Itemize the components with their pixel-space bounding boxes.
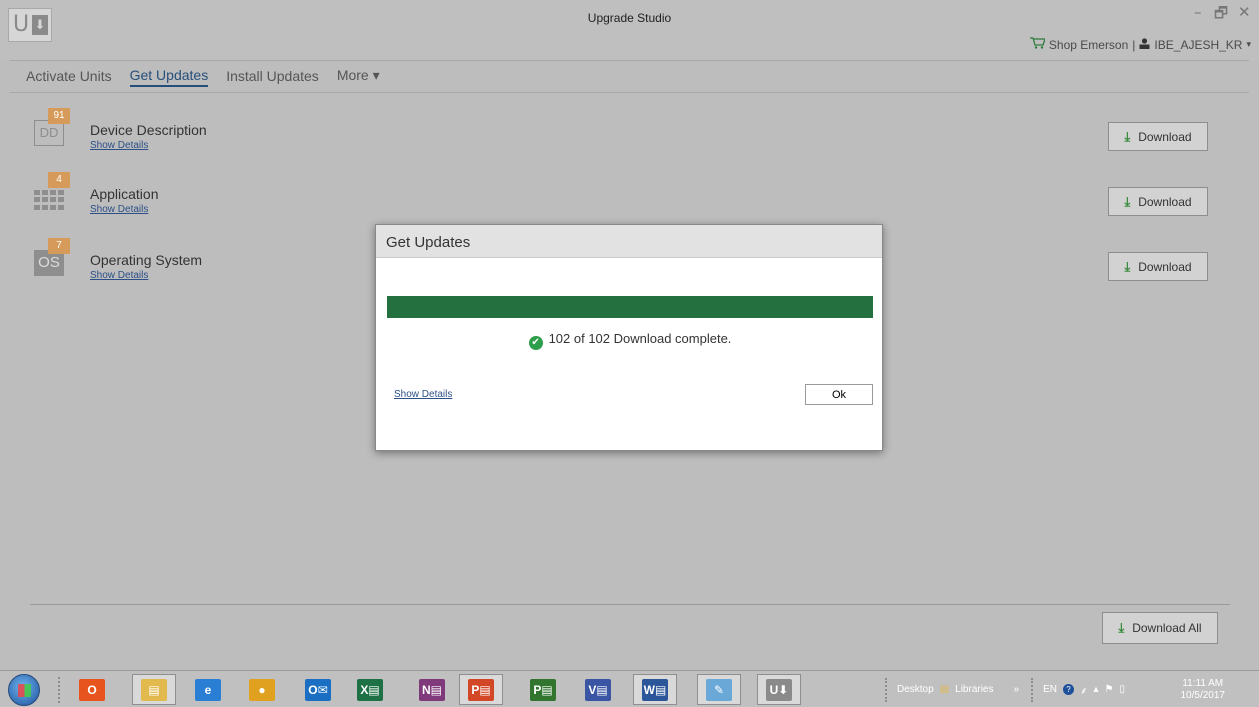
upgrade-studio-taskbar-taskbar-button[interactable]: U⬇ [757, 674, 801, 705]
chrome-icon: ● [249, 678, 275, 701]
shop-emerson-link[interactable]: Shop Emerson [1049, 38, 1128, 52]
show-details-link[interactable]: Show Details [90, 270, 148, 281]
download-icon: ⤓ [1124, 193, 1131, 209]
get-updates-dialog: Get Updates ✔ 102 of 102 Download complet… [375, 224, 883, 451]
outlook-taskbar-button[interactable]: O✉ [296, 674, 340, 705]
office-taskbar-button[interactable]: O [70, 674, 114, 705]
tab-activate-units[interactable]: Activate Units [26, 68, 112, 86]
project-icon: P▤ [530, 678, 556, 701]
internet-explorer-icon: e [195, 678, 221, 701]
close-button[interactable]: ✕ [1238, 3, 1251, 21]
dialog-title: Get Updates [376, 225, 882, 258]
start-button[interactable] [8, 674, 40, 706]
download-button-label: Download [1138, 194, 1192, 209]
office-icon: O [79, 678, 105, 701]
tray-grip [885, 677, 891, 702]
excel-taskbar-button[interactable]: X▤ [348, 674, 392, 705]
update-row-application: 4 Application Show Details [34, 172, 1224, 215]
download-status-text: 102 of 102 Download complete. [548, 331, 732, 346]
visio-taskbar-button[interactable]: V▤ [576, 674, 620, 705]
word-taskbar-button[interactable]: W▤ [633, 674, 677, 705]
onenote-taskbar-button[interactable]: N▤ [410, 674, 454, 705]
dialog-show-details-link[interactable]: Show Details [394, 389, 452, 400]
help-icon[interactable]: ? [1062, 684, 1074, 695]
download-progress-fill [387, 296, 873, 318]
content-divider [30, 604, 1230, 605]
taskbar-grip [58, 677, 64, 703]
user-name[interactable]: IBE_AJESH_KR [1154, 38, 1242, 52]
taskbar-clock[interactable]: 11:11 AM 10/5/2017 [1181, 678, 1256, 702]
download-all-label: Download All [1132, 621, 1202, 635]
download-button-application[interactable]: ⤓ Download [1108, 187, 1208, 216]
system-tray: Desktop ▤ Libraries » EN ? ⸙ ▴ ⚑ ▯ 11:11… [885, 674, 1255, 705]
restore-button[interactable]: 🗗 [1214, 3, 1228, 28]
download-icon: ⤓ [1118, 620, 1125, 635]
user-bar-separator: | [1132, 37, 1136, 52]
download-button-operating-system[interactable]: ⤓ Download [1108, 252, 1208, 281]
show-details-link[interactable]: Show Details [90, 204, 148, 215]
clock-date: 10/5/2017 [1180, 689, 1226, 701]
show-details-link[interactable]: Show Details [90, 140, 148, 151]
tab-more[interactable]: More ▾ [337, 67, 380, 86]
update-title: Device Description [90, 122, 207, 138]
window-title: Upgrade Studio [587, 11, 672, 25]
internet-explorer-taskbar-button[interactable]: e [186, 674, 230, 705]
check-circle-icon: ✔ [528, 336, 543, 350]
update-count-badge: 7 [48, 238, 70, 254]
minimize-button[interactable]: – [1194, 3, 1202, 21]
desktop-toolbar[interactable]: Desktop [897, 684, 934, 695]
tab-install-updates[interactable]: Install Updates [226, 68, 319, 86]
update-count-badge: 4 [48, 172, 70, 188]
upgrade-studio-taskbar-icon: U⬇ [766, 678, 792, 701]
file-explorer-taskbar-button[interactable]: ▤ [132, 674, 176, 705]
download-progress-bar [387, 296, 873, 318]
language-indicator[interactable]: EN [1043, 684, 1057, 695]
pen-icon[interactable]: ⸙ [1080, 683, 1088, 697]
download-icon: ⤓ [1124, 258, 1131, 274]
paint-taskbar-button[interactable]: ✎ [697, 674, 741, 705]
download-icon: ⤓ [1124, 128, 1131, 144]
download-button-device-description[interactable]: ⤓ Download [1108, 122, 1208, 151]
update-title: Operating System [90, 252, 203, 268]
toolbar-overflow-icon[interactable]: » [1014, 684, 1020, 695]
show-hidden-icons-chevron-up-icon[interactable]: ▴ [1093, 684, 1098, 695]
user-menu-chevron-down-icon[interactable]: ▾ [1246, 39, 1251, 50]
outlook-icon: O✉ [305, 678, 331, 701]
download-status: ✔ 102 of 102 Download complete. [376, 331, 884, 350]
libraries-toolbar[interactable]: Libraries [955, 684, 993, 695]
powerpoint-icon: P▤ [468, 678, 494, 701]
libraries-folder-icon[interactable]: ▤ [940, 684, 949, 695]
download-all-button[interactable]: ⤓ Download All [1102, 612, 1218, 644]
action-center-flag-icon[interactable]: ⚑ [1105, 684, 1114, 695]
windows-taskbar: O ▤ e ● O✉ X▤ N▤ P▤ P▤ V▤ W▤ ✎ U⬇ Desktop ▤ Librarie… [0, 670, 1259, 707]
cart-icon[interactable] [1029, 37, 1046, 52]
visio-icon: V▤ [585, 678, 611, 701]
user-icon [1139, 37, 1150, 52]
title-bar: U ⬇ Upgrade Studio – 🗗 ✕ Shop Emerson | … [0, 0, 1259, 60]
user-bar: Shop Emerson | IBE_AJESH_KR ▾ [1029, 37, 1251, 52]
onenote-icon: N▤ [419, 678, 445, 701]
word-icon: W▤ [642, 678, 668, 701]
clock-time: 11:11 AM [1182, 677, 1224, 689]
main-nav: Activate Units Get Updates Install Updat… [10, 60, 1249, 93]
update-count-badge: 91 [48, 108, 70, 124]
excel-icon: X▤ [357, 678, 383, 701]
chrome-taskbar-button[interactable]: ● [240, 674, 284, 705]
download-button-label: Download [1138, 129, 1192, 144]
powerpoint-taskbar-button[interactable]: P▤ [459, 674, 503, 705]
update-title: Application [90, 186, 159, 202]
tab-get-updates[interactable]: Get Updates [129, 67, 209, 87]
file-explorer-icon: ▤ [141, 678, 167, 701]
paint-icon: ✎ [706, 678, 732, 701]
ok-button[interactable]: Ok [805, 384, 873, 405]
project-taskbar-button[interactable]: P▤ [521, 674, 565, 705]
update-row-device-description: DD 91 Device Description Show Details [34, 108, 1224, 151]
download-button-label: Download [1138, 259, 1192, 274]
tray-grip [1031, 677, 1037, 702]
battery-icon[interactable]: ▯ [1119, 684, 1125, 695]
